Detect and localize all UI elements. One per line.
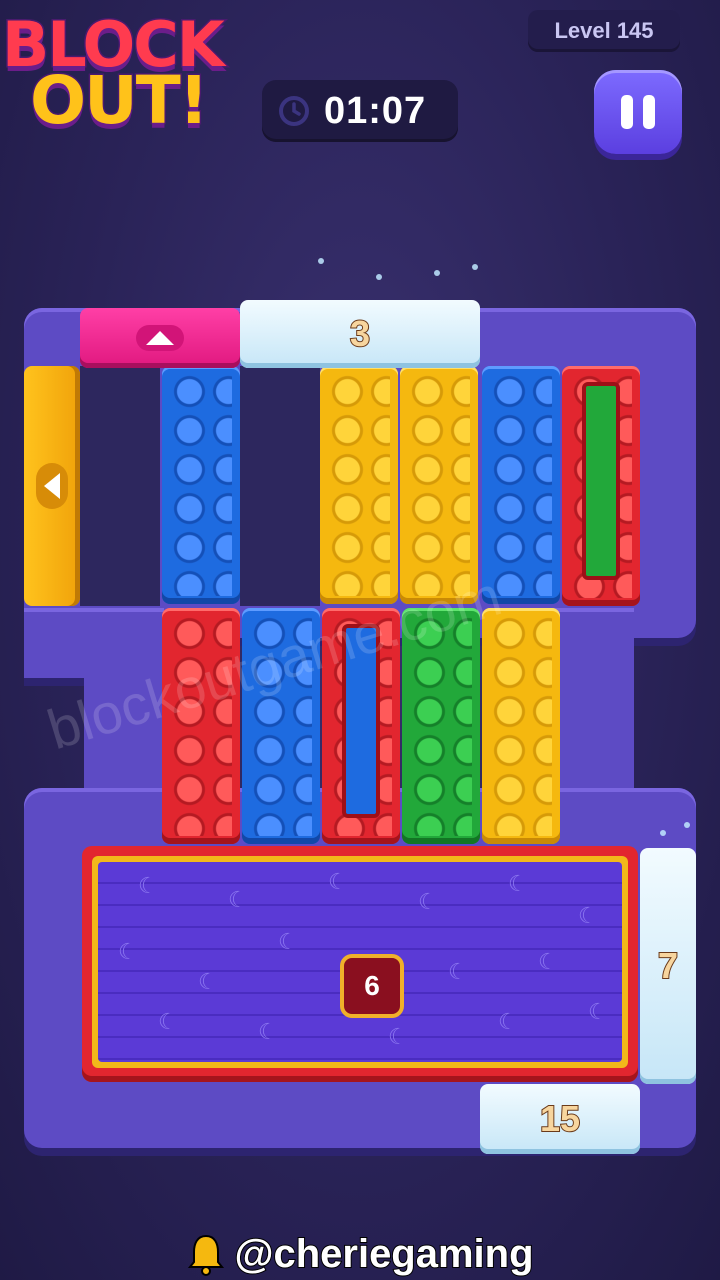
block-red-plate[interactable]: ☾ ☾ ☾ ☾ ☾ ☾ ☾ ☾ ☾ ☾ ☾ ☾ ☾ ☾ ☾ ☾ 6	[82, 846, 638, 1082]
moon-icon: ☾	[328, 870, 348, 895]
exit-pink-top	[80, 308, 240, 368]
game-logo: BLOCK OUT!	[0, 0, 260, 150]
exit-ice-top: 3	[240, 300, 480, 368]
footer: @cheriegaming	[0, 1228, 720, 1280]
timer-value: 01:07	[324, 89, 427, 132]
arrow-left-icon	[36, 463, 68, 509]
block-yellow[interactable]	[400, 366, 478, 604]
sparkle	[684, 822, 690, 828]
empty-cell-column-3	[240, 366, 320, 606]
moon-icon: ☾	[278, 930, 298, 955]
block-yellow[interactable]	[320, 366, 398, 604]
block-studs	[490, 616, 552, 836]
block-blue[interactable]	[482, 366, 560, 604]
moon-icon: ☾	[498, 1010, 518, 1035]
sparkle	[318, 258, 324, 264]
exit-ice-right: 7	[640, 848, 696, 1084]
moon-icon: ☾	[578, 904, 598, 929]
block-studs	[490, 374, 552, 596]
sparkle	[434, 270, 440, 276]
board-frame-right-neck	[554, 608, 634, 808]
pause-button[interactable]	[594, 70, 682, 154]
moon-icon: ☾	[388, 1025, 408, 1050]
exit-ice-bottom: 15	[480, 1084, 640, 1154]
exit-count: 3	[349, 312, 371, 355]
block-studs	[170, 374, 232, 596]
exit-count: 15	[539, 1097, 581, 1140]
moon-icon: ☾	[158, 1010, 178, 1035]
empty-cell-column-1	[80, 366, 160, 606]
moon-icon: ☾	[138, 874, 158, 899]
plate-border: ☾ ☾ ☾ ☾ ☾ ☾ ☾ ☾ ☾ ☾ ☾ ☾ ☾ ☾ ☾ ☾ 6	[92, 856, 628, 1068]
sparkle	[660, 830, 666, 836]
moon-icon: ☾	[228, 888, 248, 913]
block-studs	[328, 374, 390, 596]
moon-icon: ☾	[198, 970, 218, 995]
block-studs	[408, 374, 470, 596]
exit-count: 7	[657, 944, 679, 987]
timer: 01:07	[262, 80, 458, 142]
block-inner-core	[582, 382, 620, 580]
pause-icon-bar	[643, 95, 655, 129]
arrow-up-icon	[136, 325, 184, 351]
level-badge: Level 145	[528, 10, 680, 52]
moon-icon: ☾	[538, 950, 558, 975]
sparkle	[472, 264, 478, 270]
block-red-with-green-core[interactable]	[562, 366, 640, 606]
moon-icon: ☾	[508, 872, 528, 897]
plate-count-badge: 6	[340, 954, 404, 1018]
exit-yellow-left	[24, 366, 80, 606]
moon-icon: ☾	[418, 890, 438, 915]
creator-handle: @cheriegaming	[233, 1231, 534, 1277]
moon-icon: ☾	[448, 960, 468, 985]
sparkle	[376, 274, 382, 280]
block-yellow[interactable]	[482, 608, 560, 844]
clock-icon	[279, 96, 309, 126]
moon-icon: ☾	[258, 1020, 278, 1045]
moon-icon: ☾	[588, 1000, 608, 1025]
bell-icon	[188, 1234, 225, 1276]
logo-line-2: OUT!	[29, 61, 211, 141]
block-blue[interactable]	[162, 366, 240, 604]
pause-icon	[621, 95, 633, 129]
moon-icon: ☾	[118, 940, 138, 965]
